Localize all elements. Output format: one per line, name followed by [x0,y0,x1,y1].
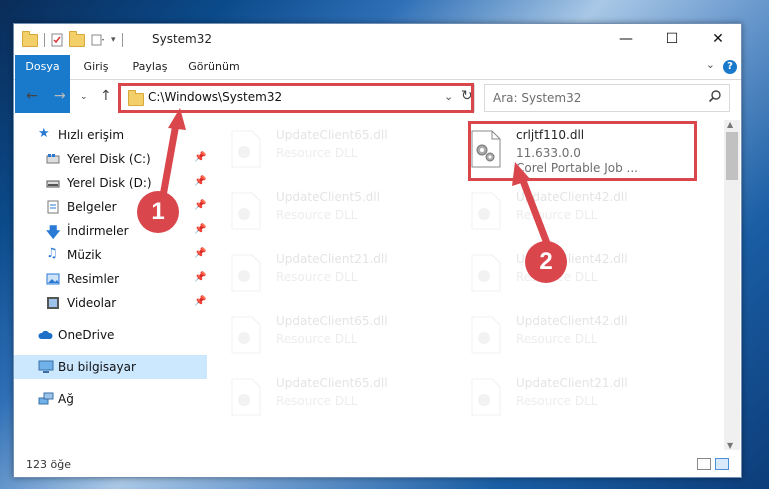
arrow-1-head [168,108,186,130]
arrow-1-shaft [159,123,180,197]
arrow-2-shaft [518,176,552,248]
step-1-badge: 1 [137,191,179,233]
annotation-arrows [159,108,552,248]
step-2-badge: 2 [525,241,567,283]
arrow-2-head [512,162,531,186]
